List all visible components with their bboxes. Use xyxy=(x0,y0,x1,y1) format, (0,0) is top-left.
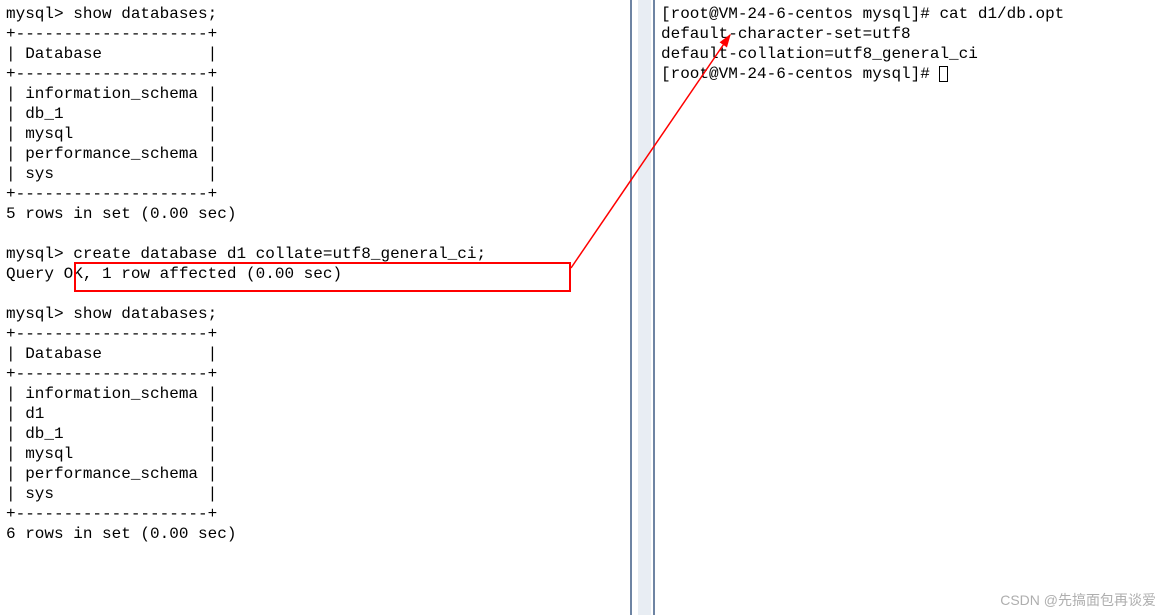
mysql-terminal[interactable]: mysql> show databases; +----------------… xyxy=(0,0,630,615)
cursor-icon xyxy=(939,66,948,82)
watermark-text: CSDN @先搞面包再谈爱 xyxy=(1000,592,1156,610)
terminal-output: [root@VM-24-6-centos mysql]# cat d1/db.o… xyxy=(661,5,1064,83)
terminal-output: mysql> show databases; +----------------… xyxy=(6,5,486,543)
pane-divider[interactable] xyxy=(630,0,655,615)
shell-terminal[interactable]: [root@VM-24-6-centos mysql]# cat d1/db.o… xyxy=(655,0,1166,615)
